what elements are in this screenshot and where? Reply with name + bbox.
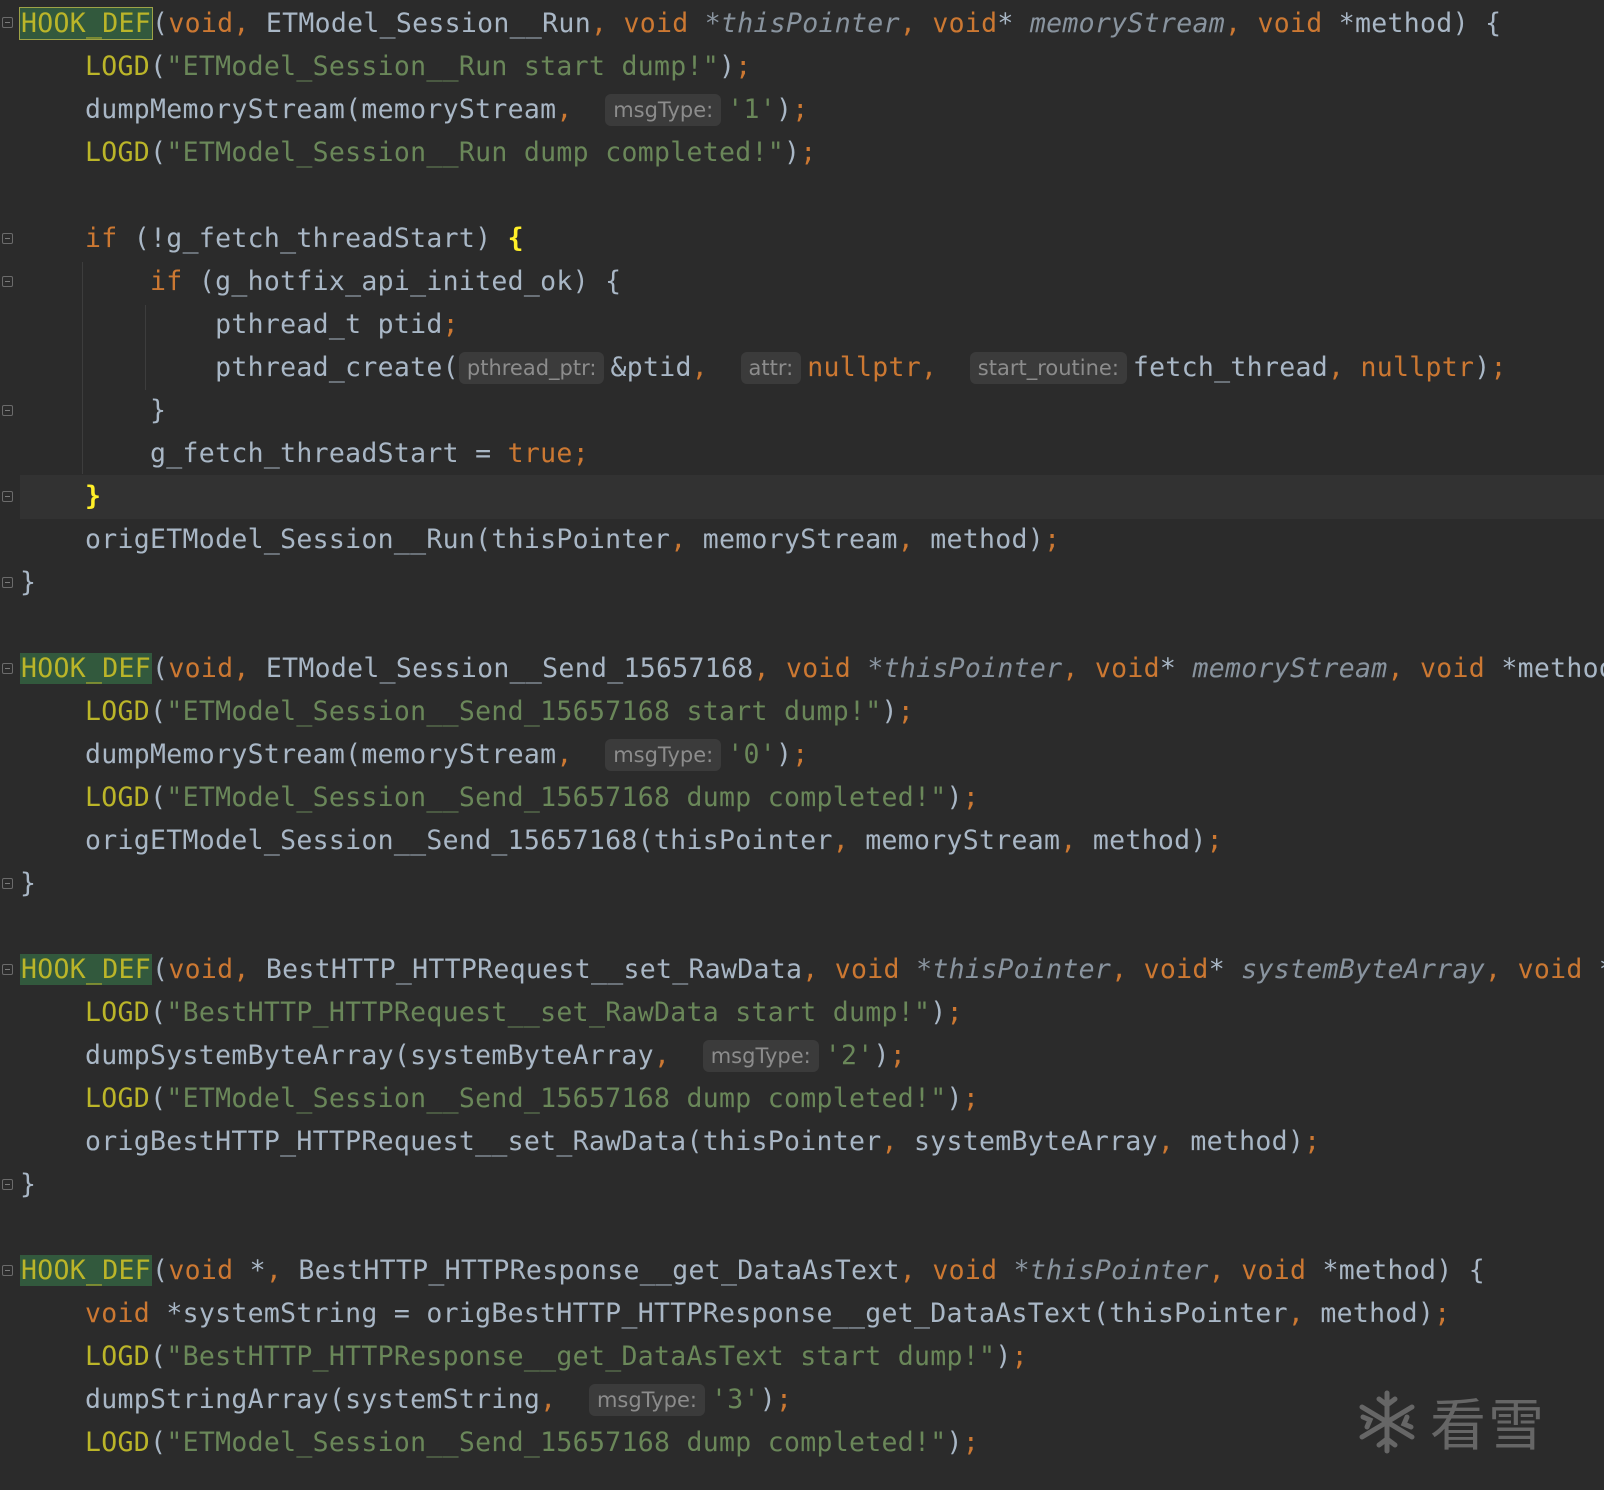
function-name: BestHTTP_HTTPRequest__set_RawData (265, 954, 803, 985)
code-line[interactable]: HOOK_DEF(void *, BestHTTP_HTTPResponse__… (20, 1249, 1604, 1293)
code-line[interactable]: g_fetch_threadStart = true; (20, 432, 1604, 476)
code-line-current[interactable]: } (20, 475, 1604, 519)
code-line[interactable]: pthread_create(pthread_ptr: &ptid, attr: n… (20, 346, 1604, 390)
watermark-text: 看雪 (1430, 1394, 1546, 1459)
code-line[interactable]: origBestHTTP_HTTPRequest__set_RawData(th… (20, 1120, 1604, 1164)
parameter-hint: msgType: (588, 1384, 705, 1416)
code-line[interactable]: if (g_hotfix_api_inited_ok) { (20, 260, 1604, 304)
code-line[interactable]: dumpMemoryStream(memoryStream, msgType: '… (20, 88, 1604, 132)
code-line[interactable]: LOGD("ETModel_Session__Send_15657168 dum… (20, 1077, 1604, 1121)
fold-marker-icon[interactable] (2, 577, 13, 588)
code-line[interactable]: origETModel_Session__Send_15657168(thisP… (20, 819, 1604, 863)
parameter-hint: attr: (740, 352, 802, 384)
function-name: ETModel_Session__Send_15657168 (265, 653, 754, 684)
fold-marker-icon[interactable] (2, 491, 13, 502)
code-line[interactable]: HOOK_DEF(void, ETModel_Session__Run, voi… (18, 2, 1604, 46)
code-line[interactable]: LOGD("ETModel_Session__Run start dump!")… (20, 45, 1604, 89)
code-line[interactable]: origETModel_Session__Run(thisPointer, me… (20, 518, 1604, 562)
code-line[interactable]: dumpMemoryStream(memoryStream, msgType: '… (20, 733, 1604, 777)
watermark: 看雪 (1354, 1381, 1546, 1462)
fold-marker-icon[interactable] (2, 878, 13, 889)
code-line[interactable]: HOOK_DEF(void, BestHTTP_HTTPRequest__set… (20, 948, 1604, 992)
code-line[interactable]: } (20, 1163, 1604, 1207)
fold-marker-icon[interactable] (2, 1265, 13, 1276)
fold-marker-icon[interactable] (2, 17, 13, 28)
editor-gutter (0, 0, 18, 1490)
hook-def-macro: HOOK_DEF (20, 954, 153, 985)
parameter-hint: msgType: (702, 1040, 819, 1072)
hook-def-macro: HOOK_DEF (18, 7, 154, 40)
parameter-hint: msgType: (605, 739, 722, 771)
matched-brace: } (85, 481, 102, 512)
fold-marker-icon[interactable] (2, 276, 13, 287)
fold-marker-icon[interactable] (2, 663, 13, 674)
code-editor[interactable]: HOOK_DEF(void, ETModel_Session__Run, voi… (18, 0, 1604, 1490)
snowflake-icon (1359, 1390, 1415, 1453)
code-line[interactable]: LOGD("ETModel_Session__Run dump complete… (20, 131, 1604, 175)
fold-marker-icon[interactable] (2, 1179, 13, 1190)
code-line[interactable]: } (20, 862, 1604, 906)
code-line[interactable]: pthread_t ptid; (20, 303, 1604, 347)
parameter-hint: pthread_ptr: (458, 352, 605, 384)
code-line[interactable]: LOGD("ETModel_Session__Send_15657168 dum… (20, 776, 1604, 820)
function-name: BestHTTP_HTTPResponse__get_DataAsText (298, 1255, 900, 1286)
code-line[interactable]: } (20, 561, 1604, 605)
fold-marker-icon[interactable] (2, 964, 13, 975)
code-line[interactable]: HOOK_DEF(void, ETModel_Session__Send_156… (20, 647, 1604, 691)
code-line[interactable]: void *systemString = origBestHTTP_HTTPRe… (20, 1292, 1604, 1336)
code-line[interactable]: LOGD("ETModel_Session__Send_15657168 sta… (20, 690, 1604, 734)
code-line[interactable]: } (20, 389, 1604, 433)
code-line[interactable]: LOGD("BestHTTP_HTTPRequest__set_RawData … (20, 991, 1604, 1035)
code-line[interactable]: LOGD("BestHTTP_HTTPResponse__get_DataAsT… (20, 1335, 1604, 1379)
hook-def-macro: HOOK_DEF (20, 653, 153, 684)
fold-marker-icon[interactable] (2, 405, 13, 416)
code-line[interactable]: dumpSystemByteArray(systemByteArray, msg… (20, 1034, 1604, 1078)
parameter-hint: start_routine: (969, 352, 1127, 384)
hook-def-macro: HOOK_DEF (20, 1255, 153, 1286)
function-name: ETModel_Session__Run (265, 8, 591, 39)
code-line[interactable]: if (!g_fetch_threadStart) { (20, 217, 1604, 261)
parameter-hint: msgType: (605, 94, 722, 126)
fold-marker-icon[interactable] (2, 233, 13, 244)
matched-brace: { (507, 223, 524, 254)
